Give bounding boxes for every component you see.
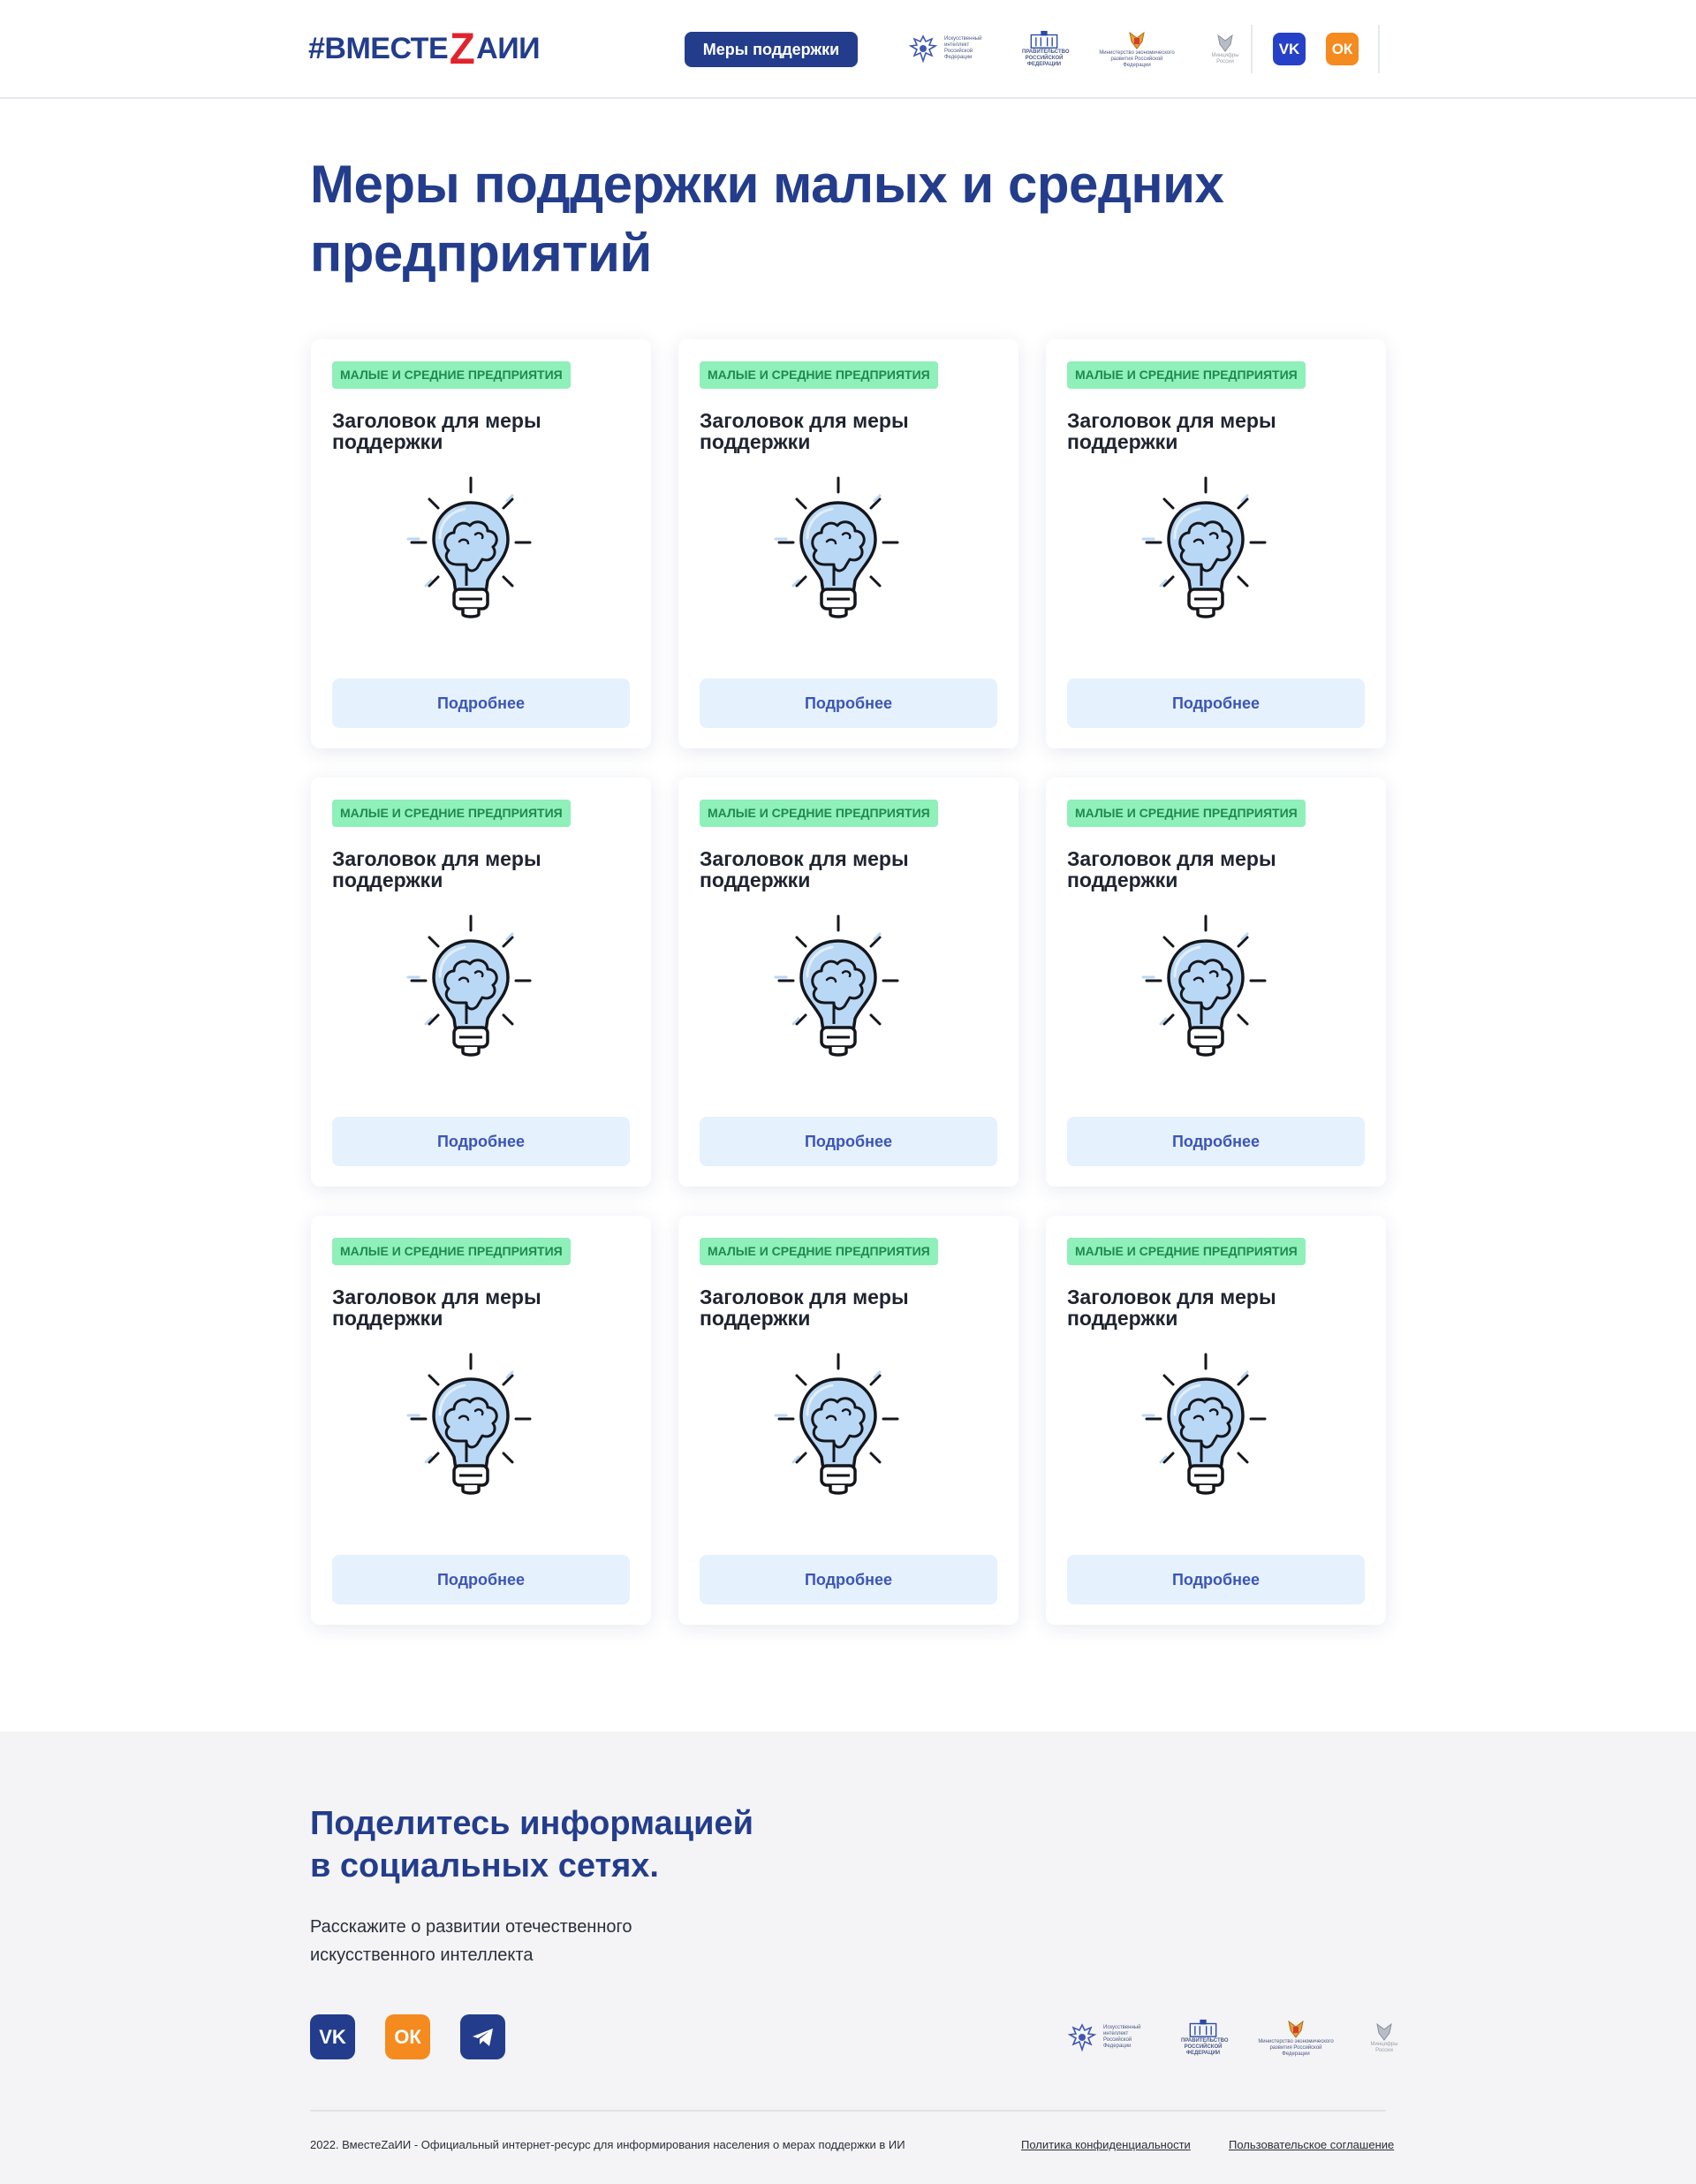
category-badge: МАЛЫЕ И СРЕДНИЕ ПРЕДПРИЯТИЯ [332, 800, 571, 827]
footer-partner-government[interactable]: ПРАВИТЕЛЬСТВО РОССИЙСКОЙ ФЕДЕРАЦИИ [1181, 2019, 1229, 2057]
card-title: Заголовок для меры поддержки [332, 1285, 541, 1330]
partner-logos: Искусственный интеллект Российской Федер… [905, 27, 1273, 71]
support-measure-card[interactable]: МАЛЫЕ И СРЕДНИЕ ПРЕДПРИЯТИЯ Заголовок дл… [311, 1216, 651, 1625]
government-building-icon [1189, 2019, 1217, 2037]
card-title: Заголовок для меры поддержки [1067, 847, 1276, 891]
share-title: Поделитесь информацией в социальных сетя… [310, 1802, 928, 1887]
footer-partner-economy-ministry-text: Министерство экономического развития Рос… [1258, 2038, 1334, 2057]
more-details-button[interactable]: Подробнее [700, 679, 997, 728]
coat-of-arms-icon [1129, 31, 1145, 49]
support-measure-card[interactable]: МАЛЫЕ И СРЕДНИЕ ПРЕДПРИЯТИЯ Заголовок дл… [311, 339, 651, 748]
category-badge: МАЛЫЕ И СРЕДНИЕ ПРЕДПРИЯТИЯ [332, 1238, 571, 1265]
odnoklassniki-icon[interactable]: ОК [385, 2014, 430, 2059]
site-header: #ВМЕСТЕ Z АИИ Меры поддержки Искусственный… [0, 0, 1696, 99]
logo-z-letter: Z [449, 24, 475, 73]
support-measure-card[interactable]: МАЛЫЕ И СРЕДНИЕ ПРЕДПРИЯТИЯ Заголовок дл… [311, 777, 651, 1187]
lightbulb-brain-icon [406, 1353, 532, 1495]
coat-of-arms-gray-icon [1217, 34, 1233, 52]
support-measures-button[interactable]: Меры поддержки [685, 32, 858, 67]
more-details-button[interactable]: Подробнее [332, 679, 630, 728]
telegram-plane-glyph [472, 2028, 493, 2046]
government-building-icon [1030, 30, 1058, 49]
terms-of-use-link[interactable]: Пользовательское соглашение [1229, 2138, 1394, 2151]
vk-icon[interactable]: VK [310, 2014, 355, 2059]
share-desc-line1: Расскажите о развитии отечественного [310, 1917, 632, 1937]
card-title: Заголовок для меры поддержки [700, 409, 909, 453]
lightbulb-brain-icon [1141, 1353, 1267, 1495]
vk-icon[interactable]: VK [1273, 33, 1306, 65]
more-details-button[interactable]: Подробнее [332, 1555, 630, 1604]
more-details-button[interactable]: Подробнее [700, 1555, 997, 1604]
card-title: Заголовок для меры поддержки [332, 409, 541, 453]
more-details-button[interactable]: Подробнее [1067, 1555, 1365, 1604]
eagle-emblem-icon [908, 34, 938, 64]
card-title: Заголовок для меры поддержки [1067, 1285, 1276, 1330]
footer-partner-mintsifry[interactable]: Минцифры России [1367, 2021, 1402, 2054]
partner-mintsifry[interactable]: Минцифры России [1208, 32, 1243, 65]
more-details-button[interactable]: Подробнее [1067, 1117, 1365, 1166]
partner-economy-ministry[interactable]: Министерство экономического развития Рос… [1096, 29, 1177, 69]
more-details-button[interactable]: Подробнее [332, 1117, 630, 1166]
support-measure-card[interactable]: МАЛЫЕ И СРЕДНИЕ ПРЕДПРИЯТИЯ Заголовок дл… [1046, 777, 1386, 1187]
category-badge: МАЛЫЕ И СРЕДНИЕ ПРЕДПРИЯТИЯ [1067, 800, 1306, 827]
privacy-policy-link[interactable]: Политика конфиденциальности [1021, 2138, 1191, 2151]
footer-partner-logos: Искусственный интеллект Российской Федер… [1064, 2014, 1402, 2060]
lightbulb-brain-icon [774, 1353, 899, 1495]
support-measure-card[interactable]: МАЛЫЕ И СРЕДНИЕ ПРЕДПРИЯТИЯ Заголовок дл… [1046, 1216, 1386, 1625]
eagle-emblem-icon [1067, 2023, 1097, 2052]
logo-prefix: #ВМЕСТЕ [308, 31, 449, 65]
category-badge: МАЛЫЕ И СРЕДНИЕ ПРЕДПРИЯТИЯ [332, 361, 571, 389]
coat-of-arms-icon [1288, 2020, 1304, 2038]
share-description: Расскажите о развитии отечественного иск… [310, 1913, 681, 1969]
category-badge: МАЛЫЕ И СРЕДНИЕ ПРЕДПРИЯТИЯ [700, 800, 938, 827]
lightbulb-brain-icon [774, 476, 899, 618]
category-badge: МАЛЫЕ И СРЕДНИЕ ПРЕДПРИЯТИЯ [1067, 361, 1306, 389]
lightbulb-brain-icon [1141, 914, 1267, 1057]
partner-economy-ministry-text: Министерство экономического развития Рос… [1099, 49, 1175, 68]
partner-government[interactable]: ПРАВИТЕЛЬСТВО РОССИЙСКОЙ ФЕДЕРАЦИИ [1022, 30, 1070, 68]
more-details-button[interactable]: Подробнее [700, 1117, 997, 1166]
lightbulb-brain-icon [406, 476, 532, 618]
coat-of-arms-gray-icon [1376, 2022, 1392, 2041]
partner-ai-rf-text: Искусственный интеллект Российской Федер… [944, 36, 982, 60]
header-divider-right [1378, 25, 1380, 73]
category-badge: МАЛЫЕ И СРЕДНИЕ ПРЕДПРИЯТИЯ [1067, 1238, 1306, 1265]
lightbulb-brain-icon [1141, 476, 1267, 618]
support-measure-card[interactable]: МАЛЫЕ И СРЕДНИЕ ПРЕДПРИЯТИЯ Заголовок дл… [1046, 339, 1386, 748]
site-footer: Поделитесь информацией в социальных сетя… [0, 1732, 1696, 2184]
card-title: Заголовок для меры поддержки [332, 847, 541, 891]
support-measure-card[interactable]: МАЛЫЕ И СРЕДНИЕ ПРЕДПРИЯТИЯ Заголовок дл… [678, 339, 1018, 748]
header-divider-left [1251, 25, 1253, 73]
partner-ai-rf[interactable]: Искусственный интеллект Российской Федер… [905, 31, 992, 66]
site-logo[interactable]: #ВМЕСТЕ Z АИИ [308, 24, 541, 73]
partner-government-text: ПРАВИТЕЛЬСТВО РОССИЙСКОЙ ФЕДЕРАЦИИ [1022, 49, 1070, 67]
support-measure-card[interactable]: МАЛЫЕ И СРЕДНИЕ ПРЕДПРИЯТИЯ Заголовок дл… [678, 777, 1018, 1187]
footer-divider [310, 2110, 1386, 2112]
card-title: Заголовок для меры поддержки [1067, 409, 1276, 453]
footer-partner-economy-ministry[interactable]: Министерство экономического развития Рос… [1255, 2018, 1336, 2058]
copyright-text: 2022. ВместеZаИИ - Официальный интернет-… [310, 2138, 905, 2151]
category-badge: МАЛЫЕ И СРЕДНИЕ ПРЕДПРИЯТИЯ [700, 1238, 938, 1265]
share-title-line2: в социальных сетях. [310, 1847, 659, 1884]
page-title: Меры поддержки малых и средних предприят… [310, 155, 1224, 283]
share-desc-line2: искусственного интеллекта [310, 1945, 534, 1965]
odnoklassniki-icon[interactable]: ОК [1326, 33, 1359, 65]
telegram-icon[interactable] [460, 2014, 505, 2059]
footer-partner-mintsifry-text: Минцифры России [1370, 2042, 1398, 2053]
support-measure-card[interactable]: МАЛЫЕ И СРЕДНИЕ ПРЕДПРИЯТИЯ Заголовок дл… [678, 1216, 1018, 1625]
card-title: Заголовок для меры поддержки [700, 847, 909, 891]
partner-mintsifry-text: Минцифры России [1211, 53, 1239, 64]
lightbulb-brain-icon [406, 914, 532, 1057]
footer-partner-ai-rf[interactable]: Искусственный интеллект Российской Федер… [1064, 2020, 1151, 2055]
logo-suffix: АИИ [476, 31, 541, 65]
footer-partner-ai-rf-text: Искусственный интеллект Российской Федер… [1103, 2025, 1141, 2049]
category-badge: МАЛЫЕ И СРЕДНИЕ ПРЕДПРИЯТИЯ [700, 361, 938, 389]
share-title-line1: Поделитесь информацией [310, 1805, 754, 1842]
footer-partner-government-text: ПРАВИТЕЛЬСТВО РОССИЙСКОЙ ФЕДЕРАЦИИ [1181, 2037, 1229, 2056]
lightbulb-brain-icon [774, 914, 899, 1057]
card-title: Заголовок для меры поддержки [700, 1285, 909, 1330]
more-details-button[interactable]: Подробнее [1067, 679, 1365, 728]
